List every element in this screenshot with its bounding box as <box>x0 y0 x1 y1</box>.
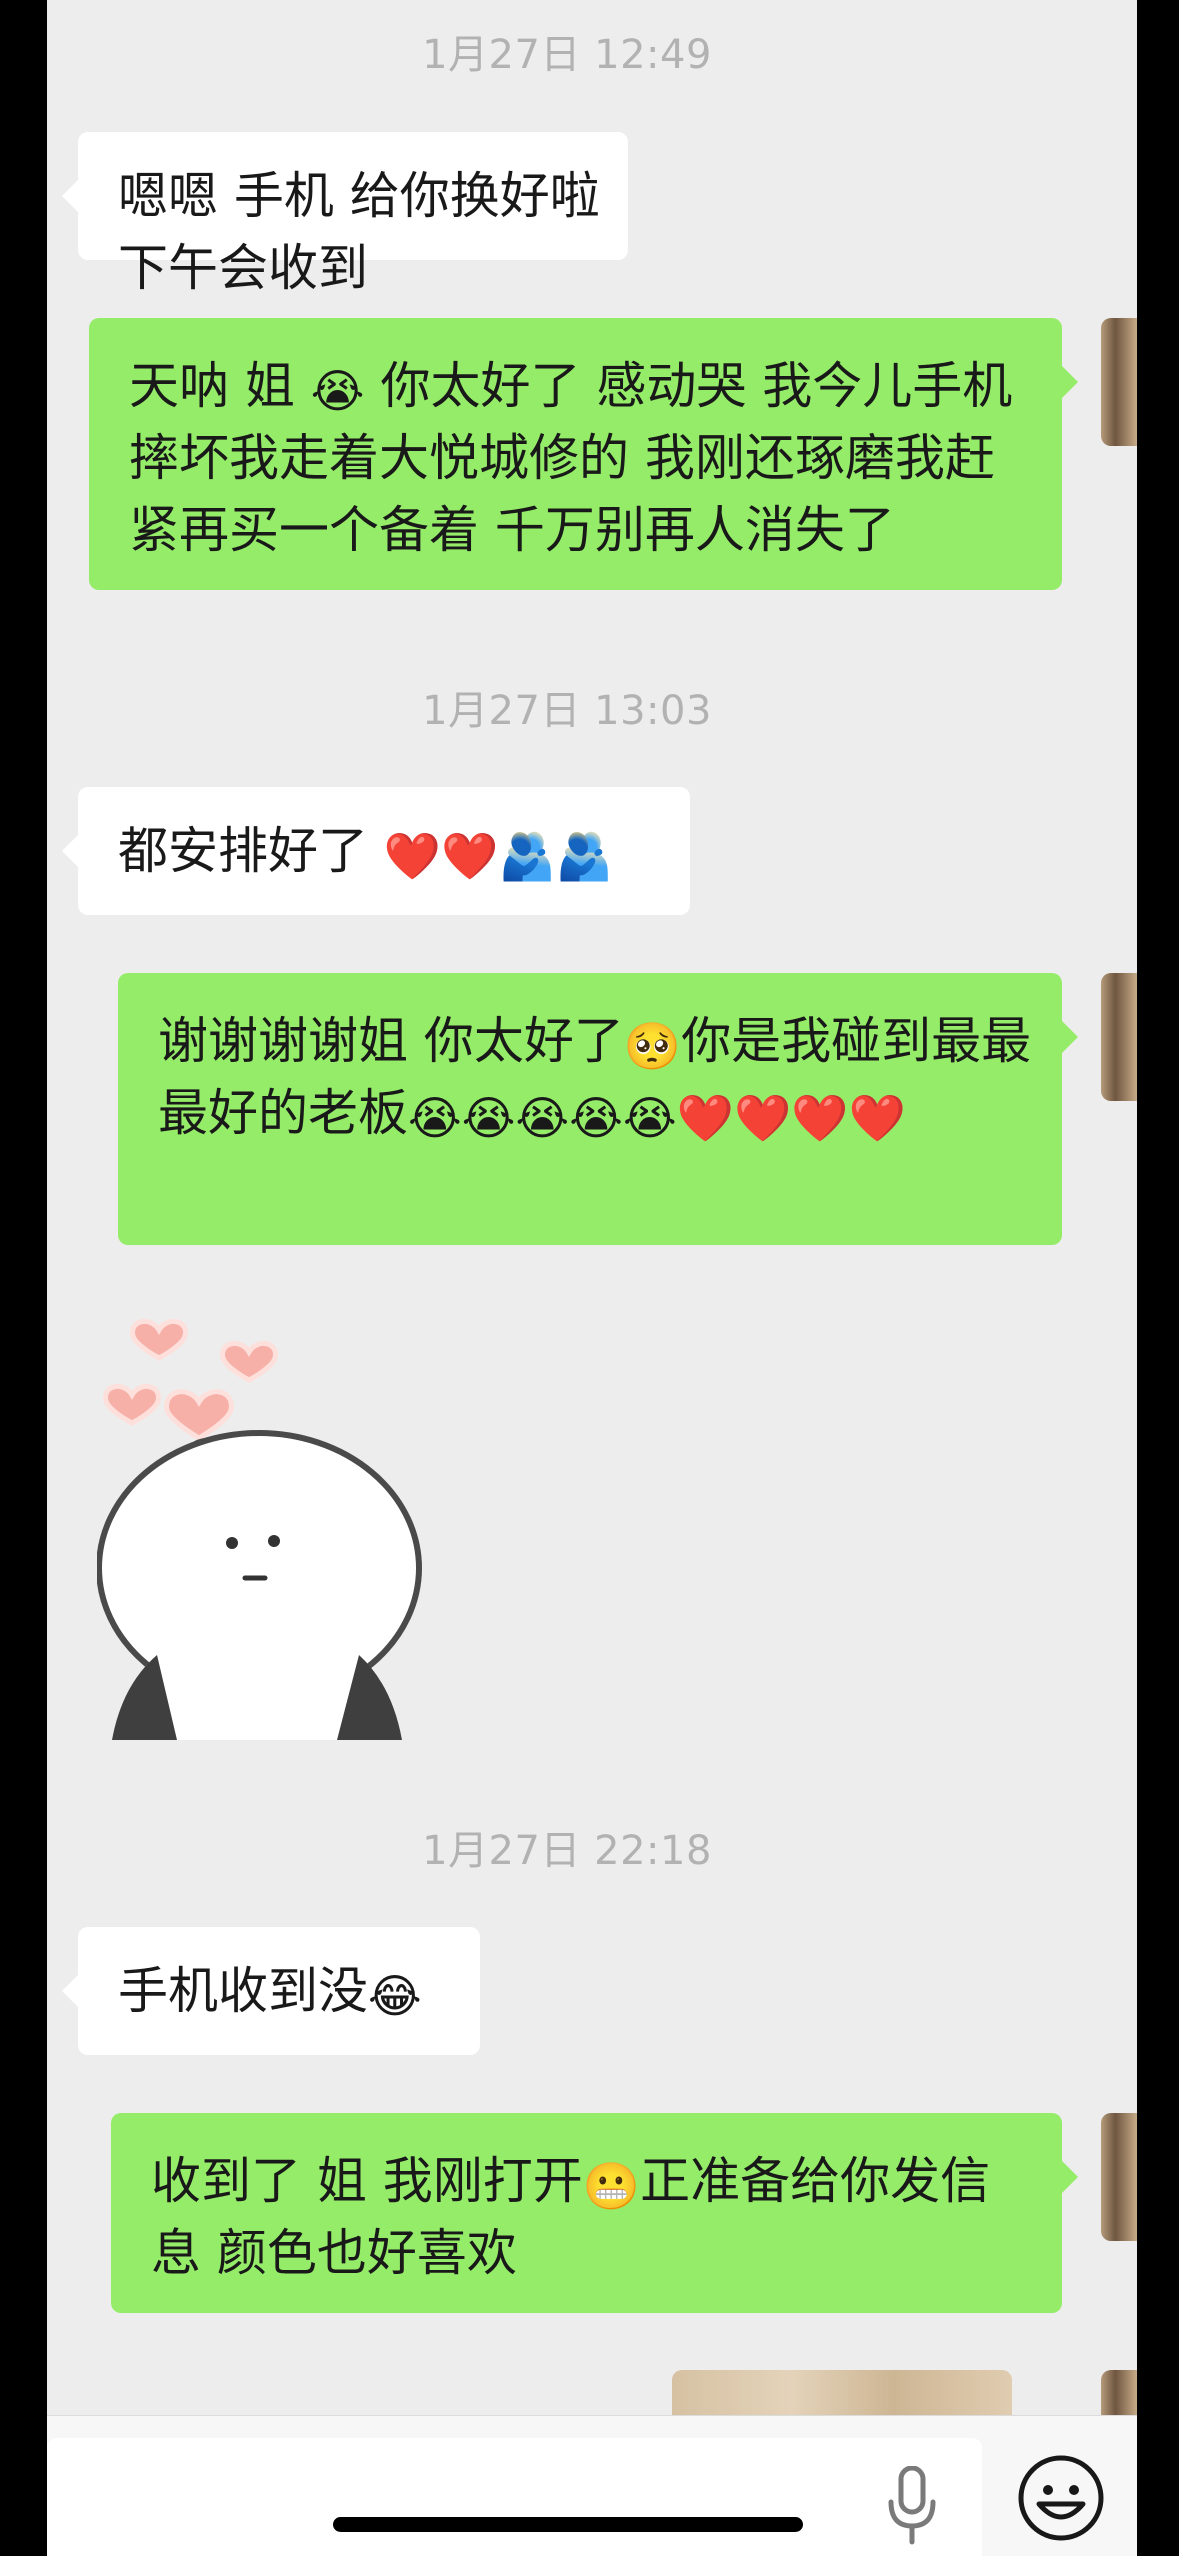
heart-emoji: ❤️ <box>791 1091 849 1145</box>
crying-emoji: 😭 <box>623 1091 677 1145</box>
message-text: 谢谢谢谢姐 你太好了 <box>158 1012 624 1070</box>
crying-emoji: 😭 <box>515 1091 570 1145</box>
crying-emoji: 😭 <box>408 1091 462 1145</box>
heart-emoji: ❤️ <box>441 829 499 883</box>
chat-screen: 1月27日 12:49 嗯嗯 手机 给你换好啦 下午会收到 天呐 姐 😭 你太好… <box>47 0 1137 2556</box>
message-bubble-incoming[interactable]: 嗯嗯 手机 给你换好啦 下午会收到 <box>62 132 628 297</box>
message-bubble-incoming[interactable]: 手机收到没😂 <box>62 1927 480 2055</box>
message-input[interactable] <box>47 2438 982 2556</box>
message-text: 收到了 姐 我刚打开 <box>151 2152 583 2210</box>
message-text: 都安排好了 <box>118 822 384 880</box>
microphone-icon[interactable] <box>887 2466 937 2546</box>
smiley-face-icon[interactable] <box>1015 2452 1107 2544</box>
message-text: 手机收到没 <box>118 1962 368 2020</box>
grimace-emoji: 😬 <box>582 2159 641 2213</box>
message-bubble-outgoing[interactable]: 收到了 姐 我刚打开😬正准备给你发信息 颜色也好喜欢 <box>111 2113 1078 2313</box>
timestamp: 1月27日 12:49 <box>422 32 712 78</box>
heart-emoji: ❤️ <box>848 1091 906 1145</box>
message-bubble-outgoing[interactable]: 谢谢谢谢姐 你太好了🥺你是我碰到最最最好的老板😭😭😭😭😭❤️❤️❤️❤️ <box>118 973 1078 1245</box>
home-indicator[interactable] <box>333 2517 803 2532</box>
avatar[interactable] <box>1101 2113 1137 2241</box>
avatar[interactable] <box>1101 318 1137 446</box>
panda-sticker[interactable] <box>97 1300 537 1740</box>
timestamp: 1月27日 22:18 <box>422 1828 712 1874</box>
input-bar <box>47 2415 1137 2556</box>
crying-emoji: 😭 <box>569 1091 623 1145</box>
crying-emoji: 😭 <box>310 364 365 418</box>
tears-of-joy-emoji: 😂 <box>368 1969 422 2023</box>
timestamp: 1月27日 13:03 <box>422 688 712 734</box>
message-bubble-incoming[interactable]: 都安排好了 ❤️❤️🫂🫂 <box>62 787 690 915</box>
pleading-emoji: 🥺 <box>623 1019 682 1073</box>
message-bubble-outgoing[interactable]: 天呐 姐 😭 你太好了 感动哭 我今儿手机摔坏我走着大悦城修的 我刚还琢磨我赶紧… <box>89 318 1078 590</box>
message-text: 嗯嗯 手机 给你换好啦 下午会收到 <box>118 167 600 297</box>
heart-emoji: ❤️ <box>676 1091 735 1145</box>
hug-emoji: 🫂 <box>555 829 614 883</box>
avatar[interactable] <box>1101 973 1137 1101</box>
message-text: 天呐 姐 <box>129 357 311 415</box>
hug-emoji: 🫂 <box>498 829 556 883</box>
heart-emoji: ❤️ <box>734 1091 792 1145</box>
heart-emoji: ❤️ <box>383 829 442 883</box>
crying-emoji: 😭 <box>461 1091 516 1145</box>
